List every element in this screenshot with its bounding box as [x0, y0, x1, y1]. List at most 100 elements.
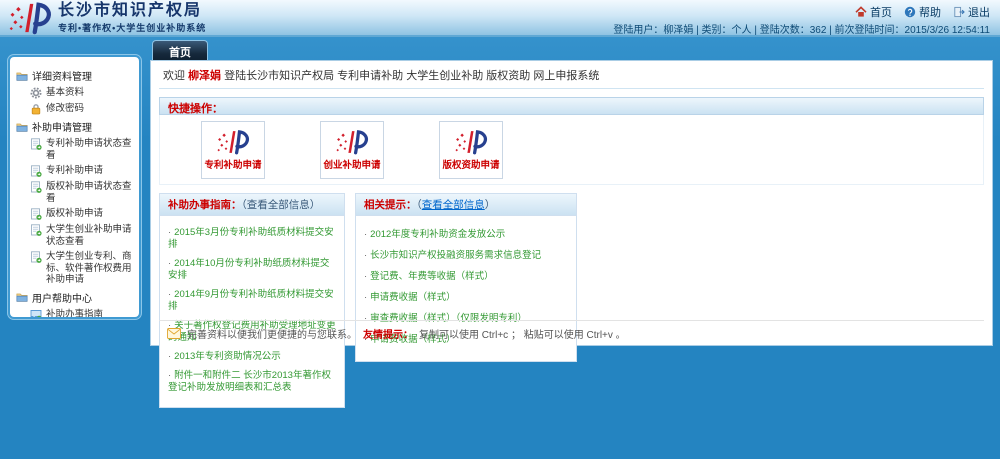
sidebar-section-help[interactable]: 用户帮助中心: [16, 290, 136, 305]
document-icon: [30, 208, 42, 220]
page: 长沙市知识产权局 专利•著作权•大学生创业补助系统 首页 帮助 退出 登陆用户：…: [0, 0, 1000, 459]
bullet: ·: [168, 258, 171, 269]
separator: |: [752, 25, 760, 36]
quick-button-startup-subsidy[interactable]: 创业补助申请: [320, 121, 384, 179]
welcome-prefix: 欢迎: [163, 70, 188, 82]
sidebar-item-label: 修改密码: [46, 103, 136, 115]
sidebar-item-label: 大学生创业补助申请状态查看: [46, 224, 136, 247]
bullet: ·: [364, 229, 367, 240]
login-count-value: 362: [810, 25, 827, 36]
user-info-bar: 登陆用户：柳泽娟 | 类别：个人 | 登陆次数：362 | 前次登陆时间：201…: [613, 21, 990, 36]
list-item-text: 2013年专利资助情况公示: [174, 351, 281, 362]
bullet: ·: [168, 289, 171, 300]
document-icon: [30, 224, 42, 236]
welcome-bar: 欢迎 柳泽娟 登陆长沙市知识产权局 专利申请补助 大学生创业补助 版权资助 网上…: [159, 61, 984, 89]
footer-tip-label: 友情提示：: [363, 326, 413, 341]
nav-help[interactable]: 帮助: [904, 4, 941, 20]
app-logo-icon: [6, 1, 54, 35]
list-item-text: 2015年3月份专利补助纸质材料提交安排: [168, 227, 334, 250]
quick-button-copyright-funding[interactable]: 版权资助申请: [439, 121, 503, 179]
sidebar-item-label: 专利补助申请状态查看: [46, 138, 136, 161]
panel-guide-header: 补助办事指南：（查看全部信息）: [160, 194, 344, 216]
sidebar-section-label: 用户帮助中心: [32, 290, 92, 305]
separator: |: [826, 25, 834, 36]
chat-icon: [30, 309, 42, 320]
document-icon: [30, 251, 42, 263]
nav-logout-label: 退出: [968, 4, 990, 20]
list-item[interactable]: ·2014年9月份专利补助纸质材料提交安排: [168, 289, 336, 313]
sidebar-item-guide[interactable]: 补助办事指南: [30, 309, 136, 320]
footer-tip-text: 复制可以使用 Ctrl+c ； 粘贴可以使用 Ctrl+v 。: [419, 326, 626, 341]
quick-button-label: 创业补助申请: [323, 157, 380, 171]
sidebar-section-subsidy[interactable]: 补助申请管理: [16, 119, 136, 134]
app-logo-icon: [334, 129, 370, 155]
nav-help-label: 帮助: [919, 4, 941, 20]
quick-button-label: 版权资助申请: [442, 157, 499, 171]
bullet: ·: [364, 250, 367, 261]
user-type-value: 个人: [732, 25, 752, 36]
info-panels: 补助办事指南：（查看全部信息） ·2015年3月份专利补助纸质材料提交安排 ·2…: [159, 193, 984, 408]
sidebar-item-label: 补助办事指南: [46, 309, 136, 320]
sidebar-item-copyright-status[interactable]: 版权补助申请状态查看: [30, 181, 136, 204]
question-icon: [904, 6, 916, 18]
home-icon: [855, 6, 867, 18]
sidebar-item-label: 版权补助申请: [46, 208, 136, 220]
sidebar-item-copyright-apply[interactable]: 版权补助申请: [30, 208, 136, 220]
sidebar-item-patent-status[interactable]: 专利补助申请状态查看: [30, 138, 136, 161]
nav-home-label: 首页: [870, 4, 892, 20]
header: 长沙市知识产权局 专利•著作权•大学生创业补助系统 首页 帮助 退出 登陆用户：…: [0, 0, 1000, 37]
list-item[interactable]: ·申请费收据（样式）: [364, 292, 568, 304]
list-item[interactable]: ·长沙市知识产权投融资服务需求信息登记: [364, 250, 568, 262]
footer-message: 完善资料以便我们更便捷的与您联系。: [187, 326, 357, 341]
list-item[interactable]: ·2012年度专利补助资金发放公示: [364, 229, 568, 241]
welcome-suffix: 登陆长沙市知识产权局 专利申请补助 大学生创业补助 版权资助 网上申报系统: [221, 70, 599, 82]
sidebar-item-student-fee-apply[interactable]: 大学生创业专利、商标、软件著作权费用补助申请: [30, 251, 136, 286]
gear-icon: [30, 87, 42, 99]
sidebar-item-student-status[interactable]: 大学生创业补助申请状态查看: [30, 224, 136, 247]
nav-home[interactable]: 首页: [855, 4, 892, 20]
brand: 长沙市知识产权局 专利•著作权•大学生创业补助系统: [6, 1, 206, 35]
quick-actions-header: 快捷操作：: [159, 97, 984, 115]
sidebar-item-label: 专利补助申请: [46, 165, 136, 177]
quick-button-patent-subsidy[interactable]: 专利补助申请: [201, 121, 265, 179]
sidebar-item-label: 大学生创业专利、商标、软件著作权费用补助申请: [46, 251, 136, 286]
login-user-value: 柳泽娟: [663, 25, 693, 36]
folder-icon: [16, 291, 28, 303]
brand-titles: 长沙市知识产权局 专利•著作权•大学生创业补助系统: [58, 2, 206, 34]
list-item-text: 2014年10月份专利补助纸质材料提交安排: [168, 258, 329, 281]
sidebar-item-patent-apply[interactable]: 专利补助申请: [30, 165, 136, 177]
list-item-text: 申请费收据（样式）: [370, 292, 456, 303]
panel-subsidy-guide: 补助办事指南：（查看全部信息） ·2015年3月份专利补助纸质材料提交安排 ·2…: [159, 193, 345, 408]
list-item-text: 附件一和附件二 长沙市2013年著作权登记补助发放明细表和汇总表: [168, 370, 331, 393]
bullet: ·: [168, 351, 171, 362]
list-item-text: 2014年9月份专利补助纸质材料提交安排: [168, 289, 334, 312]
view-all-link[interactable]: 查看全部信息: [422, 199, 485, 211]
user-type-label: 类别：: [702, 25, 732, 36]
welcome-username: 柳泽娟: [188, 70, 221, 82]
app-logo-icon: [215, 129, 251, 155]
document-icon: [30, 181, 42, 193]
sidebar-item-basic-info[interactable]: 基本资料: [30, 87, 136, 99]
sidebar-item-change-password[interactable]: 修改密码: [30, 103, 136, 115]
bullet: ·: [168, 370, 171, 381]
login-count-label: 登陆次数：: [760, 25, 810, 36]
view-all-text[interactable]: （查看全部信息）: [242, 199, 321, 211]
list-item[interactable]: ·附件一和附件二 长沙市2013年著作权登记补助发放明细表和汇总表: [168, 370, 336, 394]
app-title: 长沙市知识产权局: [58, 2, 206, 20]
document-icon: [30, 138, 42, 150]
nav-logout[interactable]: 退出: [953, 4, 990, 20]
list-item[interactable]: ·2013年专利资助情况公示: [168, 351, 336, 363]
lock-icon: [30, 103, 42, 115]
main-panel: 欢迎 柳泽娟 登陆长沙市知识产权局 专利申请补助 大学生创业补助 版权资助 网上…: [150, 60, 993, 346]
sidebar-section-profile[interactable]: 详细资料管理: [16, 68, 136, 83]
bullet: ·: [364, 271, 367, 282]
list-item[interactable]: ·2014年10月份专利补助纸质材料提交安排: [168, 258, 336, 282]
list-item[interactable]: ·登记费、年费等收据（样式）: [364, 271, 568, 283]
document-icon: [30, 165, 42, 177]
quick-actions: 专利补助申请 创业补助申请 版权资助申请: [159, 115, 984, 185]
separator: |: [693, 25, 701, 36]
paren: ）: [485, 199, 496, 211]
list-item[interactable]: ·2015年3月份专利补助纸质材料提交安排: [168, 227, 336, 251]
app-logo-icon: [453, 129, 489, 155]
last-login-label: 前次登陆时间：: [835, 25, 905, 36]
